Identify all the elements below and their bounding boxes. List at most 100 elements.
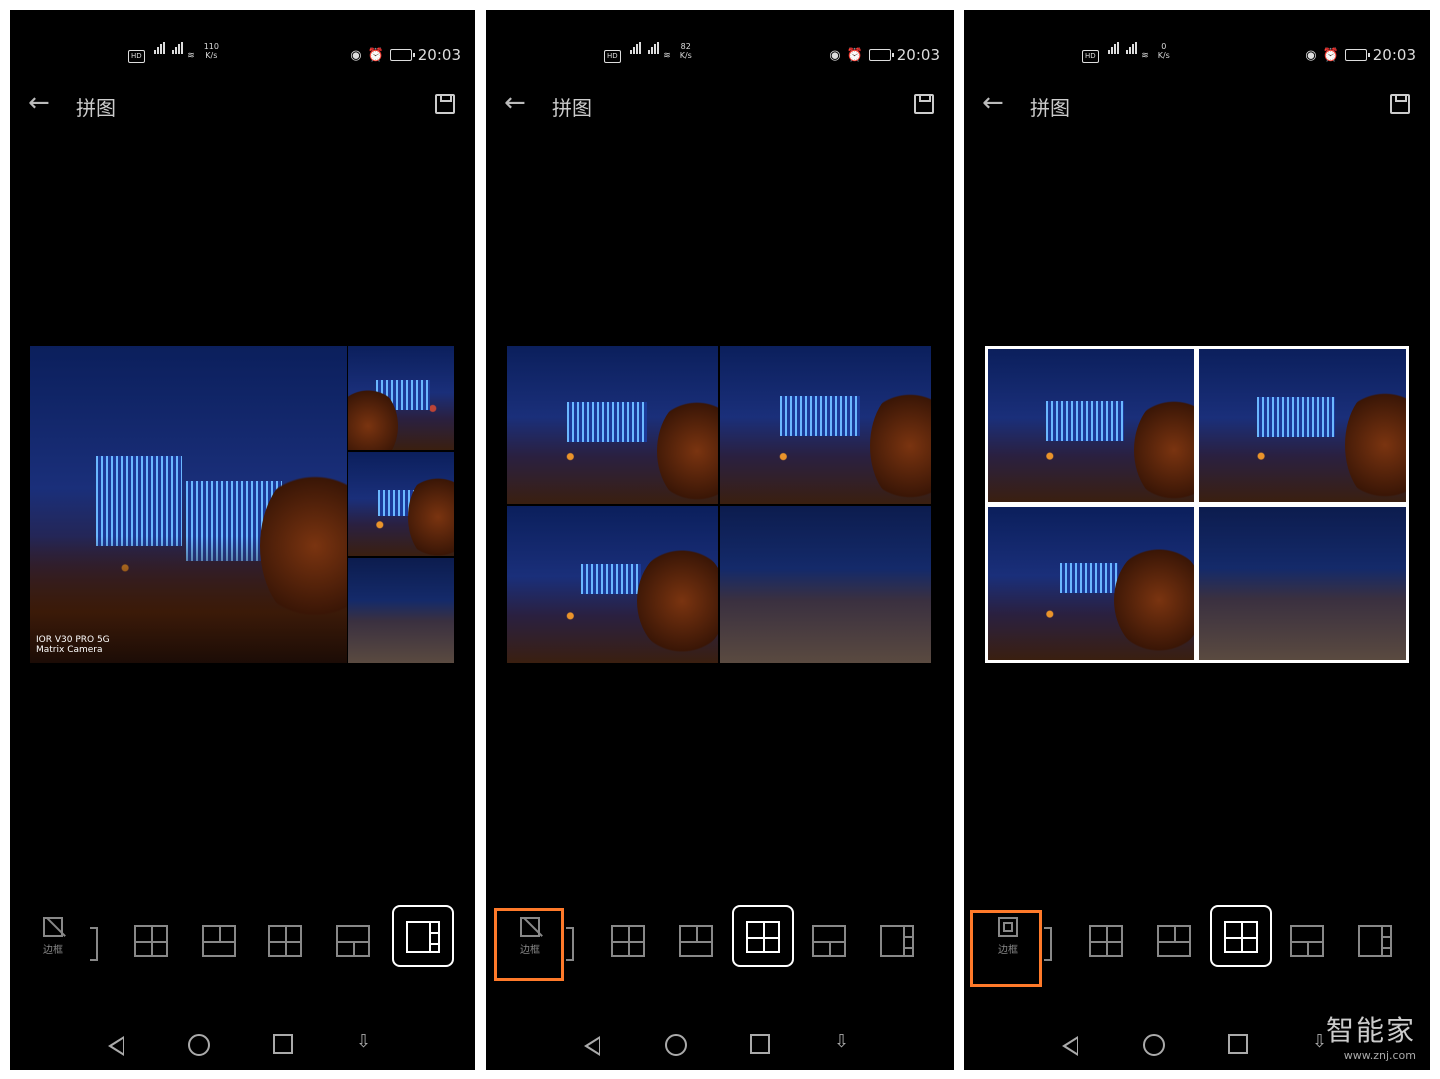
- layout-side-stack-icon[interactable]: [1358, 925, 1392, 957]
- signal-5g-icon: [648, 42, 660, 54]
- collage-photo-3[interactable]: [988, 507, 1194, 660]
- status-right: ◉ ⏰ 20:03: [1305, 46, 1416, 64]
- collage-photo-4[interactable]: [720, 506, 931, 663]
- signal-indicators: HD ≋ 82 K/s: [604, 42, 692, 63]
- camera-watermark: IOR V30 PRO 5G Matrix Camera: [36, 635, 110, 655]
- nav-home-icon[interactable]: [1143, 1034, 1165, 1056]
- layout-top-split-icon[interactable]: [202, 925, 236, 957]
- save-icon[interactable]: [1390, 94, 1410, 114]
- alarm-icon: ⏰: [367, 47, 384, 63]
- layout-bottom-split-icon[interactable]: [812, 925, 846, 957]
- site-watermark: 智能家 www.znj.com: [1326, 1009, 1416, 1062]
- layout-bottom-split-icon[interactable]: [1290, 925, 1324, 957]
- nav-recents-icon[interactable]: [750, 1034, 770, 1054]
- signal-5g-icon: [1126, 42, 1138, 54]
- layout-grid-icon[interactable]: [268, 925, 302, 957]
- layout-grid-icon[interactable]: [611, 925, 645, 957]
- save-icon[interactable]: [435, 94, 455, 114]
- divider: [90, 927, 98, 961]
- back-arrow-icon[interactable]: ←: [982, 88, 1004, 118]
- collage-photo-3[interactable]: [507, 506, 718, 663]
- tree: [408, 472, 454, 556]
- nav-notification-icon[interactable]: ⇩: [834, 1033, 849, 1051]
- divider: [1044, 927, 1052, 961]
- building-lights: [1060, 563, 1118, 593]
- hd-icon: HD: [604, 50, 621, 63]
- border-toggle-button[interactable]: 边框: [33, 917, 73, 967]
- alarm-icon: ⏰: [1322, 47, 1339, 63]
- collage-preview[interactable]: IOR V30 PRO 5G Matrix Camera: [30, 346, 454, 663]
- app-header: ← 拼图: [964, 80, 1430, 130]
- signal-4g-icon: [1107, 42, 1120, 54]
- nav-home-icon[interactable]: [665, 1034, 687, 1056]
- layout-bottom-split-icon[interactable]: [336, 925, 370, 957]
- collage-preview[interactable]: [507, 346, 931, 663]
- nav-notification-icon[interactable]: ⇩: [356, 1033, 371, 1051]
- divider: [566, 927, 574, 961]
- alarm-icon: ⏰: [846, 47, 863, 63]
- highlight-box: [970, 910, 1042, 987]
- status-bar: HD ≋ 82 K/s ◉ ⏰ 20:03: [486, 38, 954, 72]
- nav-back-icon[interactable]: [1062, 1036, 1078, 1056]
- collage-photo-4[interactable]: [1199, 507, 1406, 660]
- status-bar: HD ≋ 0 K/s ◉ ⏰ 20:03: [964, 38, 1430, 72]
- app-header: ← 拼图: [10, 80, 475, 130]
- layout-toolbar: 边框: [486, 905, 954, 985]
- layout-toolbar: 边框: [10, 905, 475, 985]
- collage-photo-2[interactable]: [348, 346, 454, 450]
- layout-top-split-icon[interactable]: [679, 925, 713, 957]
- tree: [870, 386, 931, 504]
- tree: [637, 546, 718, 656]
- layout-grid-icon[interactable]: [1089, 925, 1123, 957]
- app-header: ← 拼图: [486, 80, 954, 130]
- collage-photo-4[interactable]: [348, 558, 454, 663]
- hd-icon: HD: [128, 50, 145, 63]
- battery-icon: [868, 49, 894, 61]
- layout-toolbar: 边框: [964, 905, 1430, 987]
- clock: 20:03: [417, 46, 461, 64]
- net-rate: 0 K/s: [1157, 42, 1170, 60]
- back-arrow-icon[interactable]: ←: [28, 88, 50, 118]
- layout-selected[interactable]: [392, 905, 454, 967]
- save-icon[interactable]: [914, 94, 934, 114]
- tree: [1345, 385, 1406, 502]
- signal-5g-icon: [172, 42, 184, 54]
- eye-comfort-icon: ◉: [350, 47, 362, 63]
- layout-selected[interactable]: [732, 905, 794, 967]
- battery-icon: [389, 49, 415, 61]
- collage-photo-1[interactable]: [988, 349, 1194, 502]
- status-right: ◉ ⏰ 20:03: [829, 46, 940, 64]
- net-rate: 82 K/s: [679, 42, 692, 60]
- phone-screen-3: HD ≋ 0 K/s ◉ ⏰ 20:03 ← 拼图 边框 ⇩ 智能家 www.z…: [964, 10, 1430, 1070]
- nav-recents-icon[interactable]: [273, 1034, 293, 1054]
- phone-screen-1: HD ≋ 110 K/s ◉ ⏰ 20:03 ← 拼图 IOR V30 PRO 5…: [10, 10, 475, 1070]
- collage-photo-3[interactable]: [348, 452, 454, 556]
- layout-top-split-icon[interactable]: [1157, 925, 1191, 957]
- clock: 20:03: [896, 46, 940, 64]
- net-rate: 110 K/s: [203, 42, 219, 60]
- layout-selected[interactable]: [1210, 905, 1272, 967]
- page-title: 拼图: [76, 96, 116, 120]
- status-right: ◉ ⏰ 20:03: [350, 46, 461, 64]
- collage-photo-2[interactable]: [1199, 349, 1406, 502]
- tree: [1114, 545, 1194, 655]
- building-lights: [581, 564, 641, 594]
- building-lights: [1046, 401, 1124, 441]
- page-title: 拼图: [1030, 96, 1070, 120]
- layout-side-stack-icon[interactable]: [880, 925, 914, 957]
- nav-recents-icon[interactable]: [1228, 1034, 1248, 1054]
- collage-preview-bordered[interactable]: [985, 346, 1409, 663]
- building-lights: [1257, 397, 1335, 437]
- page-title: 拼图: [552, 96, 592, 120]
- nav-back-icon[interactable]: [584, 1036, 600, 1056]
- signal-indicators: HD ≋ 0 K/s: [1082, 42, 1170, 63]
- nav-notification-icon[interactable]: ⇩: [1312, 1033, 1327, 1051]
- nav-home-icon[interactable]: [188, 1034, 210, 1056]
- clock: 20:03: [1372, 46, 1416, 64]
- back-arrow-icon[interactable]: ←: [504, 88, 526, 118]
- layout-grid-icon[interactable]: [134, 925, 168, 957]
- collage-photo-1[interactable]: [507, 346, 718, 504]
- collage-photo-main[interactable]: IOR V30 PRO 5G Matrix Camera: [30, 346, 347, 663]
- nav-back-icon[interactable]: [108, 1036, 124, 1056]
- collage-photo-2[interactable]: [720, 346, 931, 504]
